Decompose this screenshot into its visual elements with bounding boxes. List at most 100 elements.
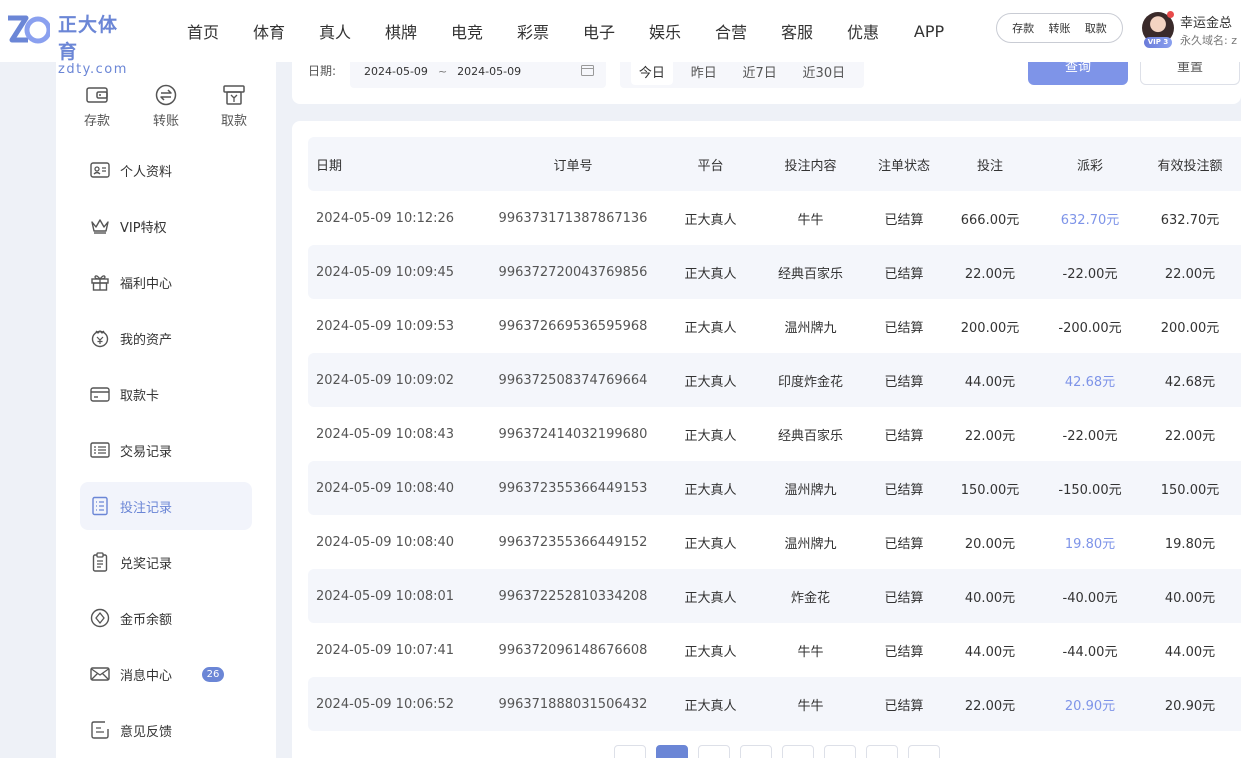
next-page-button[interactable] xyxy=(908,745,940,758)
cell-bet-amount: 22.00元 xyxy=(964,698,1016,714)
withdraw-icon xyxy=(223,85,245,105)
table-row: 2024-05-09 10:06:52 996371888031506432 正大真… xyxy=(308,677,1241,731)
transaction-icon xyxy=(90,442,110,458)
cell-bet-amount: 22.00元 xyxy=(964,428,1016,444)
cell-payout: -22.00元 xyxy=(1062,266,1118,282)
table-header-row: 日期 订单号 平台 投注内容 注单状态 投注 派彩 有效投注额 xyxy=(308,137,1241,191)
cell-payout: 19.80元 xyxy=(1064,536,1116,552)
bank-card-icon xyxy=(90,387,110,402)
sidebar-item-label: 兑奖记录 xyxy=(120,556,173,572)
nav-item-1[interactable]: 体育 xyxy=(236,19,302,43)
nav-item-7[interactable]: 娱乐 xyxy=(632,19,698,43)
bet-records-panel: 日期 订单号 平台 投注内容 注单状态 投注 派彩 有效投注额 2024-05-… xyxy=(292,121,1241,758)
nav-item-2[interactable]: 真人 xyxy=(302,19,368,43)
transfer-icon xyxy=(155,84,177,106)
sidebar-item-messages[interactable]: 消息中心 26 xyxy=(80,650,252,698)
nav-item-0[interactable]: 首页 xyxy=(170,19,236,43)
cell-status: 已结算 xyxy=(884,428,924,444)
cell-status: 已结算 xyxy=(884,212,924,228)
date-from[interactable]: 2024-05-09 xyxy=(364,65,428,78)
col-platform: 平台 xyxy=(697,158,724,174)
sidebar-item-profile[interactable]: 个人资料 xyxy=(80,146,252,194)
cell-payout: 20.90元 xyxy=(1064,698,1116,714)
transfer-action[interactable]: 转账 xyxy=(141,84,191,129)
page-button[interactable] xyxy=(782,745,814,758)
prev-page-button[interactable] xyxy=(614,745,646,758)
nav-item-11[interactable]: APP xyxy=(896,22,962,41)
cell-order-id: 996372355366449152 xyxy=(498,534,648,550)
clipboard-icon xyxy=(92,552,108,572)
sidebar-item-label: 金币余额 xyxy=(120,612,173,628)
cell-date: 2024-05-09 10:08:40 xyxy=(316,534,455,550)
col-date: 日期 xyxy=(316,158,343,174)
quick-withdraw-link[interactable]: 取款 xyxy=(1085,20,1107,36)
calendar-icon[interactable] xyxy=(581,64,594,76)
cell-platform: 正大真人 xyxy=(684,698,737,714)
withdraw-action[interactable]: 取款 xyxy=(209,84,259,129)
cell-payout: 42.68元 xyxy=(1064,374,1116,390)
cell-order-id: 996372508374769664 xyxy=(498,372,648,388)
cell-order-id: 996372720043769856 xyxy=(498,264,648,280)
quick-deposit-link[interactable]: 存款 xyxy=(1012,20,1034,36)
cell-platform: 正大真人 xyxy=(684,428,737,444)
sidebar-item-redeem-records[interactable]: 兑奖记录 xyxy=(80,538,252,586)
mail-icon xyxy=(90,667,110,681)
sidebar-item-label: VIP特权 xyxy=(120,220,167,236)
sidebar-item-feedback[interactable]: 意见反馈 xyxy=(80,706,252,754)
cell-valid-bet: 19.80元 xyxy=(1164,536,1216,552)
page-button-current[interactable] xyxy=(656,745,688,758)
cell-valid-bet: 632.70元 xyxy=(1160,212,1220,228)
table-row: 2024-05-09 10:09:02 996372508374769664 正大真… xyxy=(308,353,1241,407)
cell-payout: -200.00元 xyxy=(1058,320,1122,336)
page-button[interactable] xyxy=(824,745,856,758)
sidebar-quick-actions: 存款 转账 取款 xyxy=(56,84,276,132)
nav-item-8[interactable]: 合营 xyxy=(698,19,764,43)
sidebar-item-vip[interactable]: VIP特权 xyxy=(80,202,252,250)
cell-date: 2024-05-09 10:09:45 xyxy=(316,264,455,280)
cell-valid-bet: 150.00元 xyxy=(1160,482,1220,498)
sidebar-item-bank-card[interactable]: 取款卡 xyxy=(80,370,252,418)
table-row: 2024-05-09 10:08:43 996372414032199680 正大真… xyxy=(308,407,1241,461)
page-button[interactable] xyxy=(698,745,730,758)
user-profile[interactable]: VIP 3 幸运金总 永久域名: z xyxy=(1142,10,1241,50)
quick-links: 存款 转账 取款 xyxy=(996,13,1123,43)
cell-bet-amount: 666.00元 xyxy=(960,212,1020,228)
cell-bet-content: 牛牛 xyxy=(797,212,824,228)
cell-payout: 632.70元 xyxy=(1060,212,1120,228)
sidebar-item-assets[interactable]: 我的资产 xyxy=(80,314,252,362)
date-to[interactable]: 2024-05-09 xyxy=(457,65,521,78)
unread-badge: 26 xyxy=(202,667,224,682)
nav-item-5[interactable]: 彩票 xyxy=(500,19,566,43)
cell-valid-bet: 22.00元 xyxy=(1164,266,1216,282)
nav-item-3[interactable]: 棋牌 xyxy=(368,19,434,43)
cell-order-id: 996373171387867136 xyxy=(498,210,648,226)
page-button[interactable] xyxy=(866,745,898,758)
nav-item-10[interactable]: 优惠 xyxy=(830,19,896,43)
sidebar-item-welfare[interactable]: 福利中心 xyxy=(80,258,252,306)
deposit-action[interactable]: 存款 xyxy=(72,84,122,129)
col-bet: 投注 xyxy=(976,158,1003,174)
quick-transfer-link[interactable]: 转账 xyxy=(1048,20,1070,36)
cell-order-id: 996371888031506432 xyxy=(498,696,648,712)
page-button[interactable] xyxy=(740,745,772,758)
sidebar-item-coin-balance[interactable]: 金币余额 xyxy=(80,594,252,642)
sidebar-menu: 个人资料 VIP特权 福利中心 我的资产 取款卡 交易记录 投注记录 兑奖记录 xyxy=(80,146,252,758)
sidebar-item-label: 意见反馈 xyxy=(120,724,173,740)
cell-platform: 正大真人 xyxy=(684,320,737,336)
pagination xyxy=(614,745,950,758)
sidebar-item-bet-records[interactable]: 投注记录 xyxy=(80,482,252,530)
cell-valid-bet: 22.00元 xyxy=(1164,428,1216,444)
sidebar-item-transactions[interactable]: 交易记录 xyxy=(80,426,252,474)
transfer-label: 转账 xyxy=(152,114,179,129)
nav-item-9[interactable]: 客服 xyxy=(764,19,830,43)
col-valid-bet: 有效投注额 xyxy=(1157,158,1223,174)
cell-order-id: 996372096148676608 xyxy=(498,642,648,658)
cell-platform: 正大真人 xyxy=(684,266,737,282)
cell-status: 已结算 xyxy=(884,644,924,660)
brand-logo[interactable]: 正大体育 zdty.com xyxy=(6,10,136,77)
sidebar-item-label: 投注记录 xyxy=(120,500,173,516)
nav-item-4[interactable]: 电竞 xyxy=(434,19,500,43)
cell-platform: 正大真人 xyxy=(684,482,737,498)
brand-domain: zdty.com xyxy=(58,62,128,77)
nav-item-6[interactable]: 电子 xyxy=(566,19,632,43)
